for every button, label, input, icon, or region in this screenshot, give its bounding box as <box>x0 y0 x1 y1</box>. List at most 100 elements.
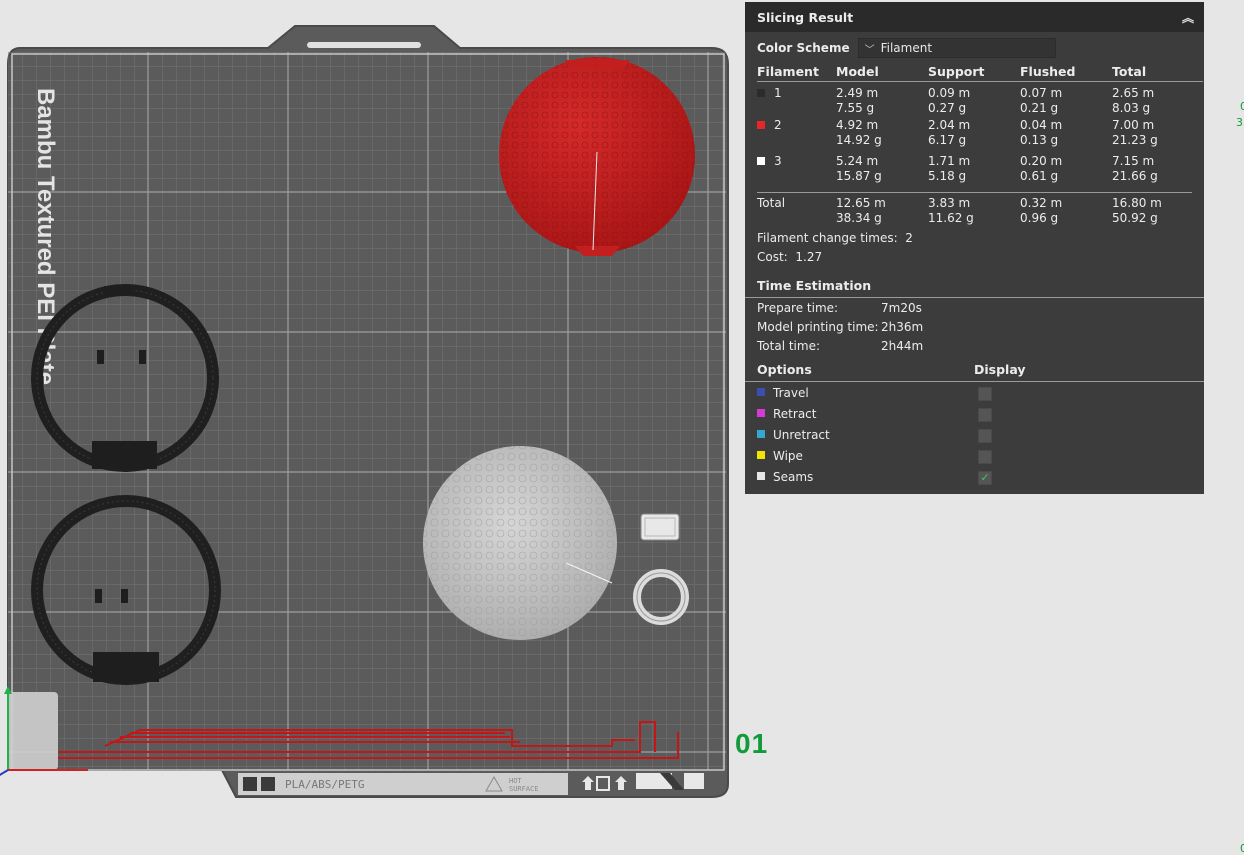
seams-icon <box>757 472 765 480</box>
filament-change-value: 2 <box>905 231 913 245</box>
filament-usage-table: Filament Model Support Flushed Total 1 2.… <box>757 60 1204 226</box>
length-value: 0.20 m <box>1020 154 1063 168</box>
option-seams: Seams <box>757 470 813 484</box>
filament-flushed-cell: 0.04 m 0.13 g <box>1020 118 1112 154</box>
filament-id: 2 <box>774 118 782 132</box>
grey-sphere-model[interactable] <box>423 446 617 640</box>
total-model-cell: 12.65 m 38.34 g <box>836 190 928 226</box>
filament-color-swatch <box>757 120 765 129</box>
panel-header[interactable]: Slicing Result ︽ <box>745 2 1204 32</box>
model-printing-time-label: Model printing time: <box>757 320 879 334</box>
plate-number-label[interactable]: 01 <box>735 728 768 760</box>
wipe-icon <box>757 451 765 459</box>
weight-value: 21.66 g <box>1112 169 1158 183</box>
color-scheme-value: Filament <box>880 41 933 55</box>
header-total: Total <box>1112 63 1147 79</box>
build-plate-viewport[interactable]: Bambu Textured PEI Plate PLA/ABS/PETG HO… <box>0 0 740 820</box>
weight-value: 5.18 g <box>928 169 967 183</box>
plate-handle <box>307 42 421 48</box>
slicing-result-panel: Slicing Result ︽ Color Scheme ﹀ Filament… <box>745 2 1204 494</box>
total-total-cell: 16.80 m 50.92 g <box>1112 190 1204 226</box>
length-value: 2.49 m <box>836 86 879 100</box>
filament-model-cell: 2.49 m 7.55 g <box>836 82 928 118</box>
prepare-time-value: 7m20s <box>881 301 922 315</box>
weight-value: 8.03 g <box>1112 101 1151 115</box>
time-estimation-title: Time Estimation <box>757 278 872 293</box>
length-value: 2.04 m <box>928 118 971 132</box>
chevron-down-icon: ﹀ <box>864 44 875 56</box>
length-value: 16.80 m <box>1112 196 1162 210</box>
weight-value: 50.92 g <box>1112 211 1158 225</box>
retract-icon <box>757 409 765 417</box>
option-label: Travel <box>773 386 809 400</box>
filament-id: 3 <box>774 154 782 168</box>
filament-total-cell: 7.15 m 21.66 g <box>1112 154 1204 190</box>
filament-flushed-cell: 0.07 m 0.21 g <box>1020 82 1112 118</box>
length-value: 12.65 m <box>836 196 886 210</box>
weight-value: 14.92 g <box>836 133 882 147</box>
filament-color-swatch <box>757 156 765 165</box>
length-value: 7.00 m <box>1112 118 1155 132</box>
option-display-checkbox[interactable] <box>978 429 992 443</box>
length-value: 4.92 m <box>836 118 879 132</box>
option-unretract: Unretract <box>757 428 830 442</box>
length-value: 0.04 m <box>1020 118 1063 132</box>
options-divider <box>745 381 1204 382</box>
small-cylinder-model[interactable] <box>640 513 680 541</box>
color-scheme-row: Color Scheme ﹀ Filament <box>757 38 1056 58</box>
surface-label: SURFACE <box>509 785 539 793</box>
option-label: Wipe <box>773 449 803 463</box>
travel-icon <box>757 388 765 396</box>
filament-color-swatch <box>757 88 765 97</box>
table-header-divider <box>757 81 1203 82</box>
option-retract: Retract <box>757 407 816 421</box>
option-wipe: Wipe <box>757 449 803 463</box>
model-printing-time-value: 2h36m <box>881 320 924 334</box>
option-display-checkbox[interactable] <box>978 387 992 401</box>
filament-row: 3 5.24 m 15.87 g 1.71 m 5.18 g 0.20 m 0.61 g 7.… <box>757 154 1204 190</box>
filament-support-cell: 1.71 m 5.18 g <box>928 154 1020 190</box>
filament-id-cell: 1 <box>757 82 836 118</box>
length-value: 2.65 m <box>1112 86 1155 100</box>
color-scheme-select[interactable]: ﹀ Filament <box>857 38 1056 58</box>
weight-value: 38.34 g <box>836 211 882 225</box>
total-row: Total 12.65 m 38.34 g 3.83 m 11.62 g 0.32 m 0.… <box>757 190 1204 226</box>
filament-support-cell: 2.04 m 6.17 g <box>928 118 1020 154</box>
option-display-checkbox[interactable]: ✓ <box>978 471 992 485</box>
filament-change-label: Filament change times: <box>757 231 898 245</box>
z-axis-indicator <box>0 769 9 776</box>
length-value: 7.15 m <box>1112 154 1155 168</box>
length-value: 3.83 m <box>928 196 971 210</box>
weight-value: 0.13 g <box>1020 133 1059 147</box>
option-display-checkbox[interactable] <box>978 450 992 464</box>
filament-model-cell: 5.24 m 15.87 g <box>836 154 928 190</box>
collapse-icon[interactable]: ︽ <box>1182 9 1194 26</box>
total-label: Total <box>757 196 786 210</box>
header-support: Support <box>928 63 985 79</box>
total-flushed-cell: 0.32 m 0.96 g <box>1020 190 1112 226</box>
filament-total-cell: 7.00 m 21.23 g <box>1112 118 1204 154</box>
cost-row: Cost: 1.27 <box>757 250 822 264</box>
length-value: 0.07 m <box>1020 86 1063 100</box>
color-scheme-label: Color Scheme <box>757 41 850 55</box>
weight-value: 0.21 g <box>1020 101 1059 115</box>
total-time-label: Total time: <box>757 339 820 353</box>
plate-layout-icon <box>261 777 275 791</box>
prepare-time-label: Prepare time: <box>757 301 839 315</box>
length-value: 0.32 m <box>1020 196 1063 210</box>
origin-corner-block <box>8 692 58 770</box>
length-value: 5.24 m <box>836 154 879 168</box>
filament-support-cell: 0.09 m 0.27 g <box>928 82 1020 118</box>
options-title: Options <box>757 362 812 377</box>
plate-logo-icon <box>243 777 257 791</box>
table-total-divider <box>757 192 1192 193</box>
length-value: 0.09 m <box>928 86 971 100</box>
filament-id-cell: 3 <box>757 154 836 190</box>
option-travel: Travel <box>757 386 809 400</box>
cost-label: Cost: <box>757 250 788 264</box>
filament-row: 2 4.92 m 14.92 g 2.04 m 6.17 g 0.04 m 0.13 g 7.… <box>757 118 1204 154</box>
option-display-checkbox[interactable] <box>978 408 992 422</box>
filament-id: 1 <box>774 86 782 100</box>
header-model: Model <box>836 63 879 79</box>
filament-change-row: Filament change times: 2 <box>757 231 913 245</box>
